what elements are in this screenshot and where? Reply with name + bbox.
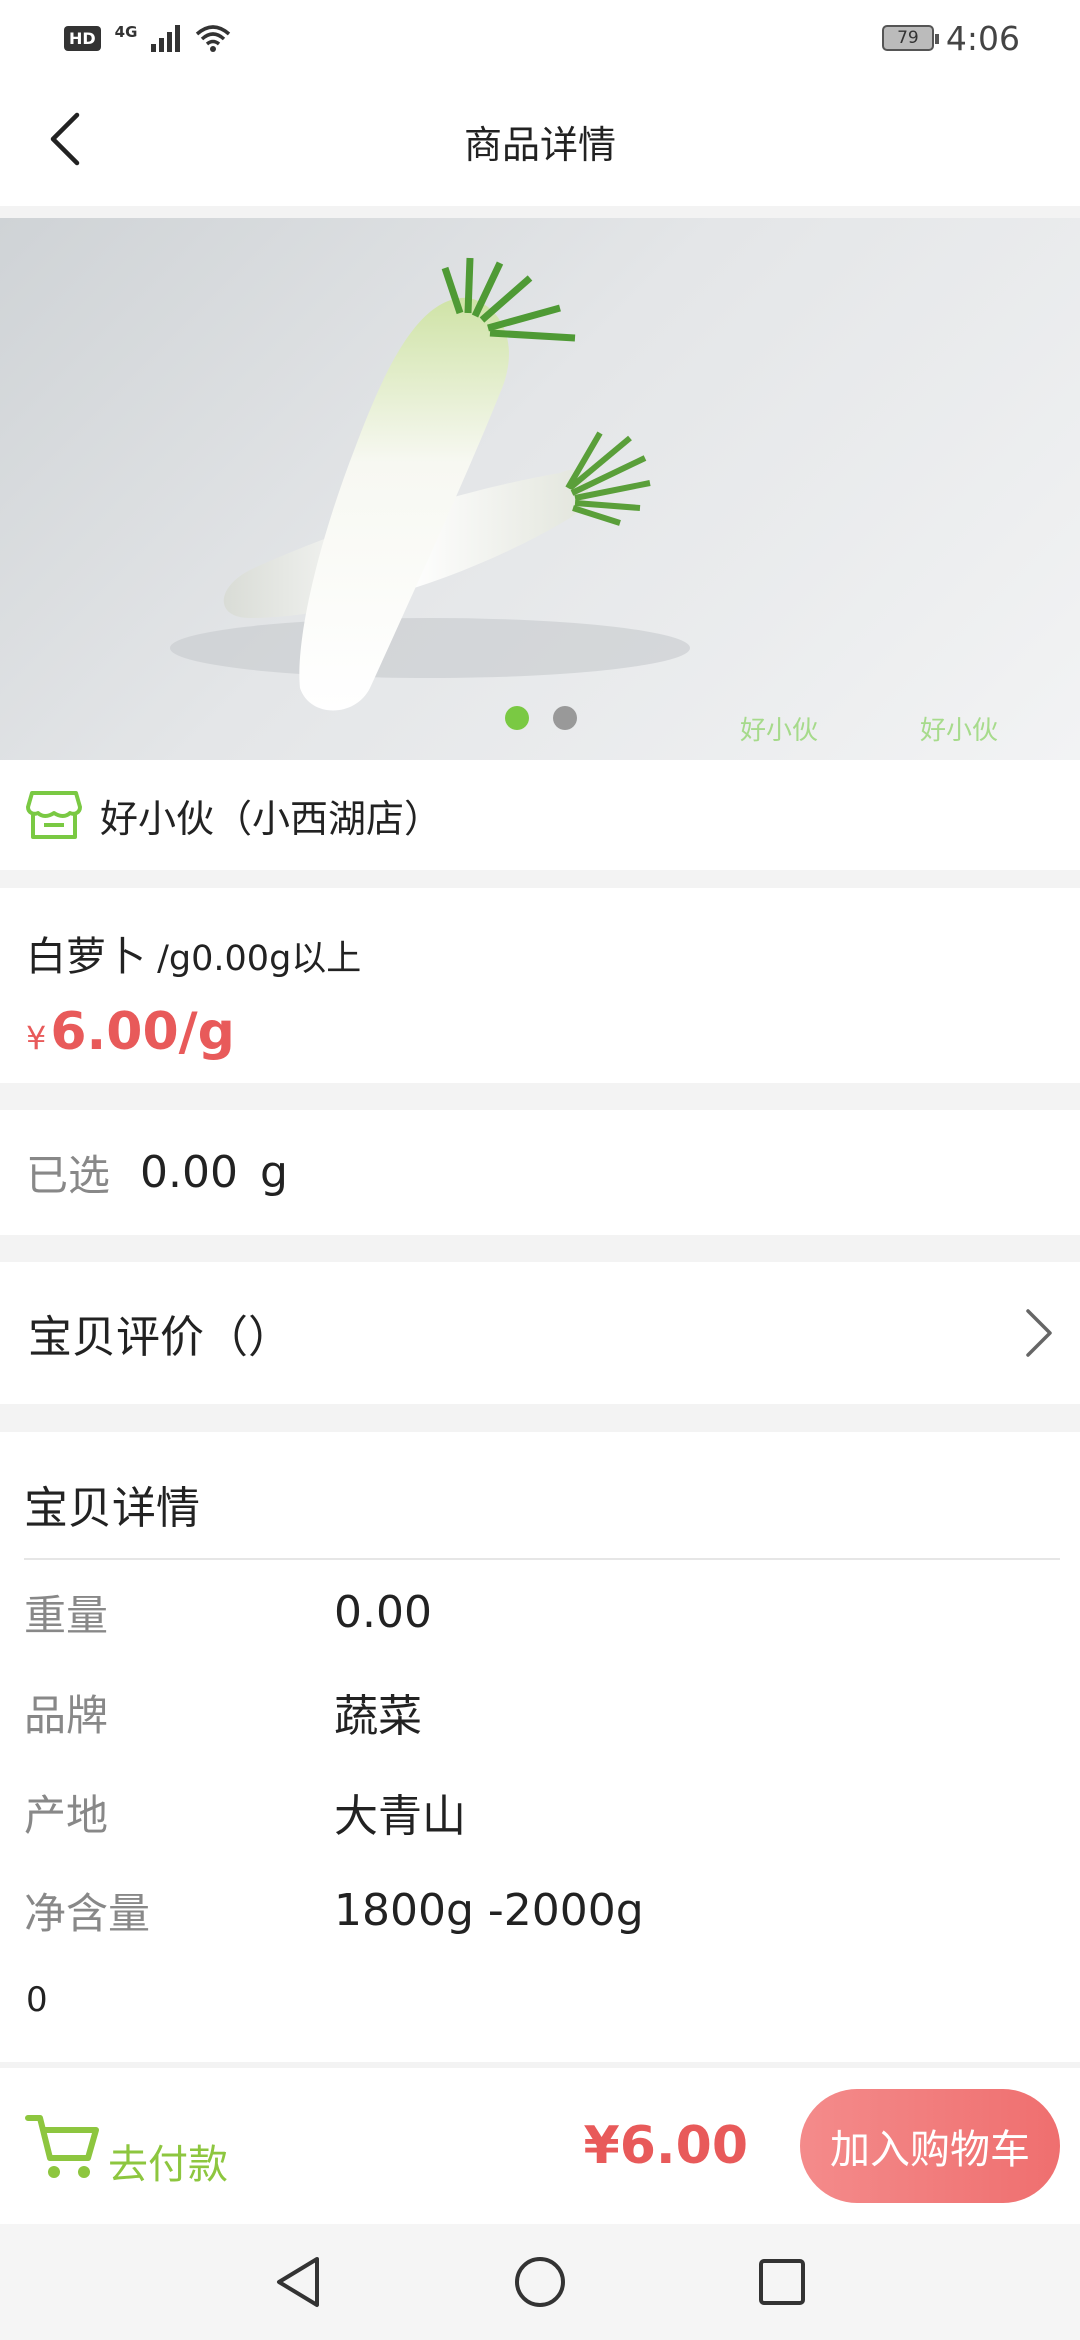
back-triangle-icon[interactable]	[273, 2255, 323, 2309]
product-details: 宝贝详情 重量 0.00 品牌 蔬菜 产地 大青山 净含量 1800g -200…	[0, 1432, 1080, 2062]
product-name: 白萝卜	[26, 934, 146, 980]
back-button[interactable]	[30, 104, 100, 174]
wifi-icon	[196, 25, 231, 52]
carousel-indicator	[505, 706, 577, 730]
chevron-left-icon	[50, 112, 80, 166]
spec-label: 净含量	[24, 1888, 151, 1938]
status-left: HD 4G	[64, 23, 232, 53]
status-right: 79 4:06	[881, 18, 1020, 58]
network-type: 4G	[114, 23, 138, 41]
battery-level: 79	[897, 28, 919, 48]
store-icon	[26, 791, 82, 839]
product-image-carousel[interactable]: 好小伙 好小伙	[0, 218, 1080, 760]
price-value: 6.00/g	[50, 1002, 235, 1062]
spec-label: 产地	[24, 1790, 109, 1840]
selected-unit: g	[259, 1147, 288, 1198]
spec-row-brand: 品牌 蔬菜	[24, 1682, 1054, 1743]
chevron-right-icon	[1026, 1309, 1052, 1357]
spec-label: 重量	[24, 1590, 109, 1640]
spec-row-weight: 重量 0.00	[24, 1582, 1054, 1642]
battery-icon: 79	[881, 25, 939, 51]
spec-value: 0.00	[334, 1586, 432, 1638]
spec-value: 蔬菜	[334, 1691, 422, 1742]
cart-icon	[25, 2115, 99, 2178]
spec-row-origin: 产地 大青山	[24, 1782, 1054, 1843]
checkout-button[interactable]: 去付款	[24, 2102, 228, 2190]
price-symbol: ¥	[26, 1019, 47, 1057]
details-footnote: 0	[26, 1980, 48, 2020]
store-row[interactable]: 好小伙（小西湖店）	[0, 760, 1080, 870]
add-to-cart-button[interactable]: 加入购物车	[800, 2089, 1060, 2203]
store-name: 好小伙（小西湖店）	[100, 796, 443, 841]
spec-label: 品牌	[24, 1690, 109, 1740]
hd-badge: HD	[64, 25, 101, 51]
signal-icon	[151, 24, 181, 52]
action-bar: 去付款 ¥6.00 加入购物车	[0, 2068, 1080, 2224]
selected-spec-row[interactable]: 已选 0.00 g	[0, 1110, 1080, 1235]
page-title: 商品详情	[463, 122, 616, 167]
selected-value: 0.00	[140, 1147, 238, 1198]
watermark: 好小伙	[740, 716, 819, 746]
product-price: ¥6.00/g	[26, 1002, 1054, 1062]
carousel-dot-active[interactable]	[505, 706, 529, 730]
checkout-label: 去付款	[108, 2142, 228, 2188]
reviews-row[interactable]: 宝贝评价（）	[0, 1262, 1080, 1404]
total-price: ¥6.00	[583, 2116, 748, 2176]
spec-value: 1800g -2000g	[334, 1884, 644, 1936]
spec-row-net-content: 净含量 1800g -2000g	[24, 1880, 1054, 1940]
carousel-dot[interactable]	[553, 706, 577, 730]
recents-square-icon[interactable]	[757, 2257, 807, 2307]
details-title: 宝贝详情	[24, 1483, 200, 1534]
status-bar: HD 4G 79 4:06	[0, 0, 1080, 76]
selected-label: 已选	[26, 1151, 111, 1200]
watermark: 好小伙	[920, 716, 999, 746]
clock: 4:06	[945, 18, 1020, 58]
spec-value: 大青山	[334, 1791, 466, 1842]
system-nav-bar	[0, 2224, 1080, 2340]
product-unit: /g0.00g以上	[146, 939, 362, 979]
divider	[24, 1558, 1060, 1560]
product-image	[170, 257, 690, 711]
app-header: 商品详情	[0, 76, 1080, 206]
home-circle-icon[interactable]	[513, 2255, 567, 2309]
reviews-label: 宝贝评价（）	[28, 1312, 292, 1363]
product-info: 白萝卜 /g0.00g以上 ¥6.00/g	[0, 888, 1080, 1083]
